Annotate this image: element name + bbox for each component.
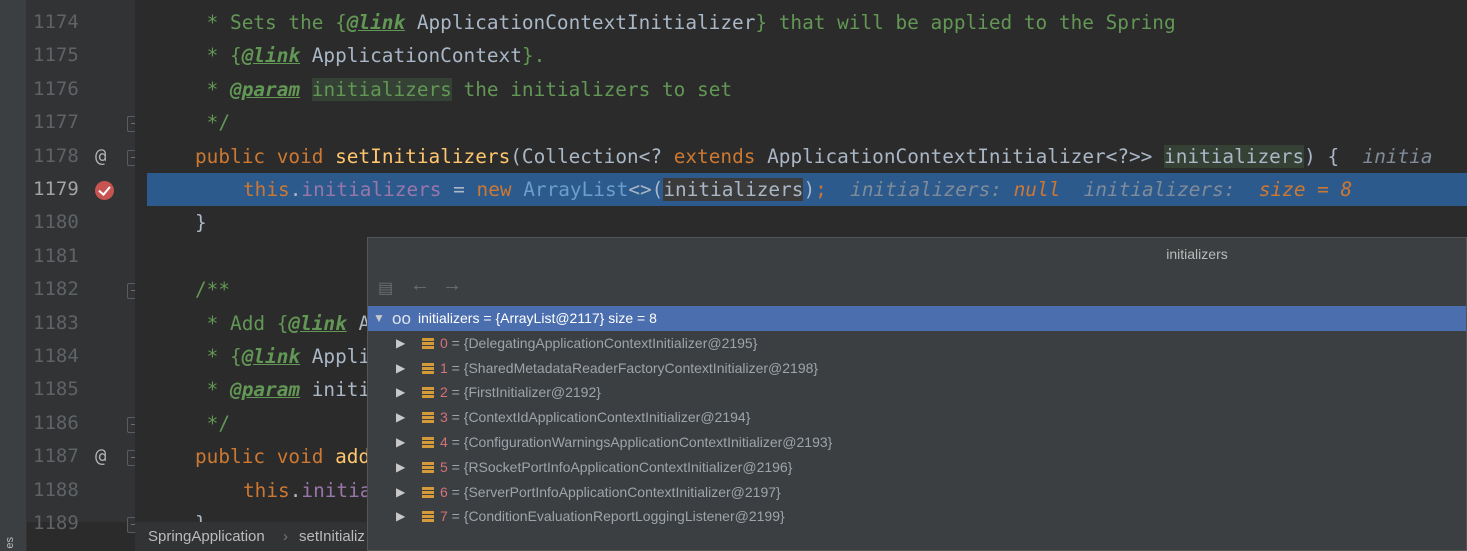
code-line: */ xyxy=(195,111,231,135)
side-tab-label[interactable]: es xyxy=(4,537,16,549)
gutter-line: 1180 xyxy=(27,206,135,239)
line-number: 1178 xyxy=(33,144,79,167)
tree-row[interactable]: ▶ 2 = {FirstInitializer@2192} xyxy=(368,380,1466,405)
tree-row[interactable]: ▶ 7 = {ConditionEvaluationReportLoggingL… xyxy=(368,504,1466,529)
gutter-line: 1186 xyxy=(27,407,143,440)
gutter-line: 1175 xyxy=(27,39,135,72)
tree-row[interactable]: ▶ 0 = {DelegatingApplicationContextIniti… xyxy=(368,331,1466,356)
line-number: 1188 xyxy=(33,478,79,501)
gutter-line: 1184 xyxy=(27,340,135,373)
code-line: * Sets the {@link ApplicationContextInit… xyxy=(195,11,1176,34)
variable-inspector-popup: initializers ▤ ← → ▼ oo initializers = {… xyxy=(367,237,1467,551)
tree-row[interactable]: ▶ 6 = {ServerPortInfoApplicationContextI… xyxy=(368,480,1466,505)
back-arrow-icon[interactable]: ← xyxy=(410,274,430,297)
root-variable-size: size = 8 xyxy=(608,310,657,326)
breadcrumb-separator-icon: › xyxy=(283,528,288,545)
expand-right-icon[interactable]: ▶ xyxy=(396,504,405,528)
line-number: 1174 xyxy=(33,11,79,33)
field-icon xyxy=(422,412,434,424)
popup-toolbar: ▤ ← → xyxy=(368,270,1466,304)
root-variable-name: initializers xyxy=(418,310,480,326)
gutter-line: 1183 xyxy=(27,307,135,340)
field-icon xyxy=(422,511,434,523)
line-number: 1185 xyxy=(33,378,79,401)
override-marker-icon[interactable]: @ xyxy=(95,445,106,467)
tree-row[interactable]: ▶ 4 = {ConfigurationWarningsApplicationC… xyxy=(368,430,1466,455)
code-line: public void setInitializers(Collection<?… xyxy=(195,144,1433,168)
line-number: 1177 xyxy=(33,111,79,134)
field-icon xyxy=(422,437,434,449)
gutter-line: 1187 @ xyxy=(27,440,143,473)
line-number: 1182 xyxy=(33,278,79,301)
line-number: 1183 xyxy=(33,311,79,334)
line-number: 1189 xyxy=(33,512,79,534)
line-number: 1175 xyxy=(33,44,79,67)
code-line: * {@link ApplicationContext}. xyxy=(195,44,546,68)
gutter-line: 1182 xyxy=(27,273,143,306)
inline-debug-hint: initializers: xyxy=(850,178,1002,201)
folder-icon[interactable]: ▤ xyxy=(378,278,393,298)
tree-row[interactable]: ▶ 3 = {ContextIdApplicationContextInitia… xyxy=(368,405,1466,430)
field-icon xyxy=(422,461,434,474)
line-number: 1176 xyxy=(33,77,79,100)
code-line: * @param initializers the initializers t… xyxy=(195,77,733,101)
expand-right-icon[interactable]: ▶ xyxy=(396,430,405,454)
inline-debug-hint: initializers: xyxy=(1083,178,1236,201)
expand-right-icon[interactable]: ▶ xyxy=(396,331,405,355)
watch-glasses-icon: oo xyxy=(392,309,411,328)
gutter-line: 1189 xyxy=(27,507,143,540)
gutter-line: 1181 xyxy=(27,240,135,273)
tree-root-row[interactable]: ▼ oo initializers = {ArrayList@2117} siz… xyxy=(368,306,1466,331)
expand-right-icon[interactable]: ▶ xyxy=(396,356,405,380)
field-icon xyxy=(422,362,434,375)
gutter-line: 1179 xyxy=(27,173,135,206)
execution-line: this.initializers = new ArrayList<>(init… xyxy=(147,173,1467,207)
line-number: 1180 xyxy=(33,211,79,234)
breadcrumb-method[interactable]: setInitializ xyxy=(299,528,365,545)
expand-down-icon[interactable]: ▼ xyxy=(373,306,385,330)
breadcrumb-class[interactable]: SpringApplication xyxy=(148,528,265,545)
field-icon xyxy=(422,337,434,350)
expand-right-icon[interactable]: ▶ xyxy=(396,455,405,479)
line-number: 1186 xyxy=(33,411,79,434)
field-icon xyxy=(422,387,434,399)
popup-title[interactable]: initializers xyxy=(368,238,1466,270)
line-number: 1184 xyxy=(33,345,79,367)
gutter-line: 1185 xyxy=(27,373,135,406)
line-number: 1179 xyxy=(33,178,79,200)
editor-gutter[interactable]: 1174 1175 1176 1177 1178 @ 1179 1180 1181… xyxy=(27,0,143,533)
field-icon xyxy=(422,486,434,499)
gutter-line: 1176 xyxy=(27,73,135,106)
breakpoint-icon[interactable] xyxy=(95,181,114,200)
gutter-line: 1174 xyxy=(27,6,135,39)
line-number: 1181 xyxy=(33,244,79,267)
expand-right-icon[interactable]: ▶ xyxy=(396,480,405,504)
tool-window-strip: es xyxy=(0,0,27,551)
gutter-line: 1177 xyxy=(27,106,143,139)
tree-row[interactable]: ▶ 5 = {RSocketPortInfoApplicationContext… xyxy=(368,455,1466,480)
expand-right-icon[interactable]: ▶ xyxy=(396,380,405,404)
tree-row[interactable]: ▶ 1 = {SharedMetadataReaderFactoryContex… xyxy=(368,356,1466,381)
gutter-line: 1178 @ xyxy=(27,140,143,173)
code-line: } xyxy=(195,211,207,235)
override-marker-icon[interactable]: @ xyxy=(95,145,106,167)
root-variable-value: {ArrayList@2117} xyxy=(495,310,605,326)
line-number: 1187 xyxy=(33,445,79,468)
gutter-line: 1188 xyxy=(27,474,135,507)
expand-right-icon[interactable]: ▶ xyxy=(396,405,405,429)
forward-arrow-icon[interactable]: → xyxy=(442,274,462,297)
